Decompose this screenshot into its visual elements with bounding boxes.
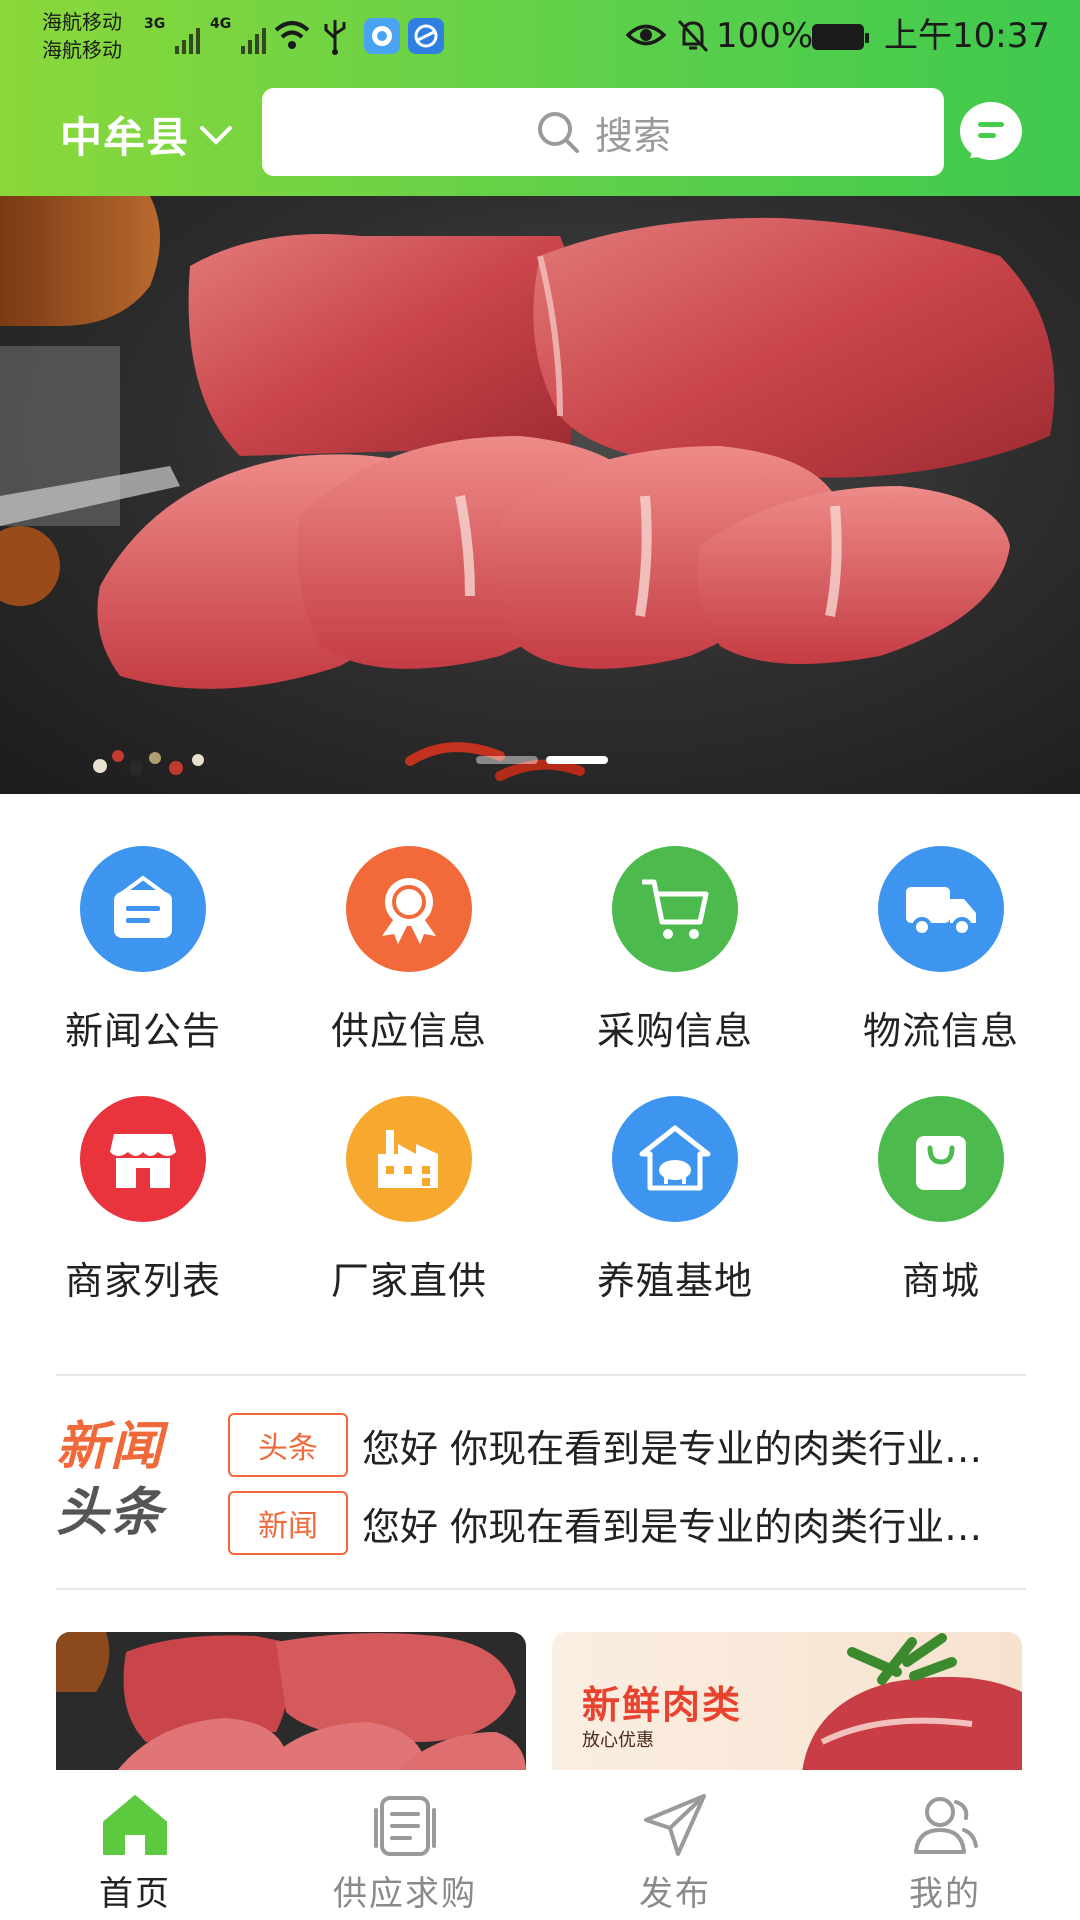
- category-label: 新闻公告: [64, 1009, 221, 1053]
- location-label: 中牟县: [60, 113, 190, 162]
- promo-meat-image: [56, 1632, 526, 1772]
- category-logistics[interactable]: 物流信息: [806, 846, 1076, 1076]
- category-supply[interactable]: 供应信息: [274, 846, 544, 1076]
- chat-bubble-icon: [962, 104, 1020, 158]
- category-purchase[interactable]: 采购信息: [540, 846, 810, 1076]
- bottom-tab-bar: 首页 供应求购 发布 我的: [0, 1770, 1080, 1920]
- news-item[interactable]: 头条 您好 你现在看到是专业的肉类行业信息平台: [228, 1412, 1028, 1478]
- banner-pagination: [476, 756, 608, 764]
- category-label: 厂家直供: [330, 1259, 487, 1303]
- tab-publish[interactable]: 发布: [540, 1770, 810, 1920]
- promo-card-left[interactable]: [56, 1632, 526, 1772]
- search-placeholder: 搜索: [594, 113, 671, 158]
- pig-farm-icon: [612, 1096, 738, 1222]
- delivery-truck-icon: [878, 846, 1004, 972]
- signal-3g-icon: 3G: [144, 16, 200, 54]
- carrier-1: 海航移动: [42, 10, 122, 34]
- browser-notification-icon: [408, 18, 444, 54]
- promo-card-right[interactable]: 新鲜肉类 放心优惠: [552, 1632, 1022, 1772]
- shopping-bag-icon: [878, 1096, 1004, 1222]
- category-merchants[interactable]: 商家列表: [8, 1096, 278, 1326]
- category-farm[interactable]: 养殖基地: [540, 1096, 810, 1326]
- document-list-icon: [374, 1796, 436, 1856]
- category-label: 采购信息: [596, 1009, 753, 1053]
- category-mall[interactable]: 商城: [806, 1096, 1076, 1326]
- news-item[interactable]: 新闻 您好 你现在看到是专业的肉类行业信息平台: [228, 1490, 1028, 1556]
- news-bag-icon: [80, 846, 206, 972]
- search-icon: [537, 112, 579, 153]
- eye-icon: [626, 24, 666, 46]
- news-logo-line2: 头条: [56, 1483, 165, 1543]
- category-label: 商城: [901, 1259, 980, 1303]
- tab-label: 发布: [639, 1874, 711, 1914]
- tab-home[interactable]: 首页: [0, 1770, 270, 1920]
- mute-bell-icon: [677, 19, 709, 53]
- chevron-down-icon: [200, 125, 233, 145]
- carrier-labels: 海航移动 海航移动: [42, 8, 122, 64]
- status-bar: 海航移动 海航移动 3G 4G 100% 上午10:37: [0, 0, 1080, 76]
- app-notification-icon: [364, 18, 400, 54]
- signal-4g-icon: 4G: [210, 16, 266, 54]
- pagination-dot-active[interactable]: [546, 756, 608, 764]
- paper-plane-icon: [644, 1794, 706, 1856]
- tab-label: 供应求购: [333, 1874, 477, 1914]
- category-label: 供应信息: [330, 1009, 487, 1053]
- banner-meat-image: [0, 196, 1055, 781]
- news-tag: 头条: [228, 1413, 348, 1477]
- shopping-cart-icon: [612, 846, 738, 972]
- promo-title: 新鲜肉类: [582, 1683, 743, 1727]
- tab-label: 首页: [99, 1874, 171, 1914]
- tab-supply-demand[interactable]: 供应求购: [270, 1770, 540, 1920]
- usb-icon: [324, 20, 346, 55]
- divider: [56, 1588, 1026, 1590]
- storefront-icon: [80, 1096, 206, 1222]
- user-profile-icon: [914, 1797, 978, 1854]
- category-factory[interactable]: 厂家直供: [274, 1096, 544, 1326]
- category-label: 物流信息: [862, 1009, 1019, 1053]
- home-icon: [103, 1795, 167, 1855]
- news-tag: 新闻: [228, 1491, 348, 1555]
- award-ribbon-icon: [346, 846, 472, 972]
- news-headline-logo: 新闻 头条: [56, 1414, 196, 1546]
- promo-banner[interactable]: [0, 196, 1080, 794]
- category-label: 商家列表: [64, 1259, 221, 1303]
- wifi-icon: [274, 21, 310, 49]
- category-news[interactable]: 新闻公告: [8, 846, 278, 1076]
- news-headline: 您好 你现在看到是专业的肉类行业信息平台: [362, 1426, 1002, 1471]
- tab-mine[interactable]: 我的: [810, 1770, 1080, 1920]
- news-logo-line1: 新闻: [56, 1417, 165, 1477]
- message-button[interactable]: [960, 102, 1022, 160]
- location-selector[interactable]: 中牟县: [60, 104, 233, 165]
- app-page: 海航移动 海航移动 3G 4G 100% 上午10:37 中牟县 搜索 新闻公告…: [0, 0, 1080, 1920]
- status-time: 上午10:37: [884, 16, 1050, 56]
- search-input[interactable]: 搜索: [262, 88, 944, 176]
- app-header: 海航移动 海航移动 3G 4G 100% 上午10:37 中牟县 搜索: [0, 0, 1080, 196]
- battery-percent: 100%: [716, 16, 814, 56]
- category-label: 养殖基地: [596, 1259, 753, 1303]
- battery-icon: [812, 24, 869, 50]
- carrier-2: 海航移动: [42, 38, 122, 62]
- promo-subtitle: 放心优惠: [582, 1730, 654, 1751]
- news-headline: 您好 你现在看到是专业的肉类行业信息平台: [362, 1504, 1002, 1549]
- tab-label: 我的: [909, 1874, 981, 1914]
- divider: [56, 1374, 1026, 1376]
- pagination-dot[interactable]: [476, 756, 538, 764]
- factory-icon: [346, 1096, 472, 1222]
